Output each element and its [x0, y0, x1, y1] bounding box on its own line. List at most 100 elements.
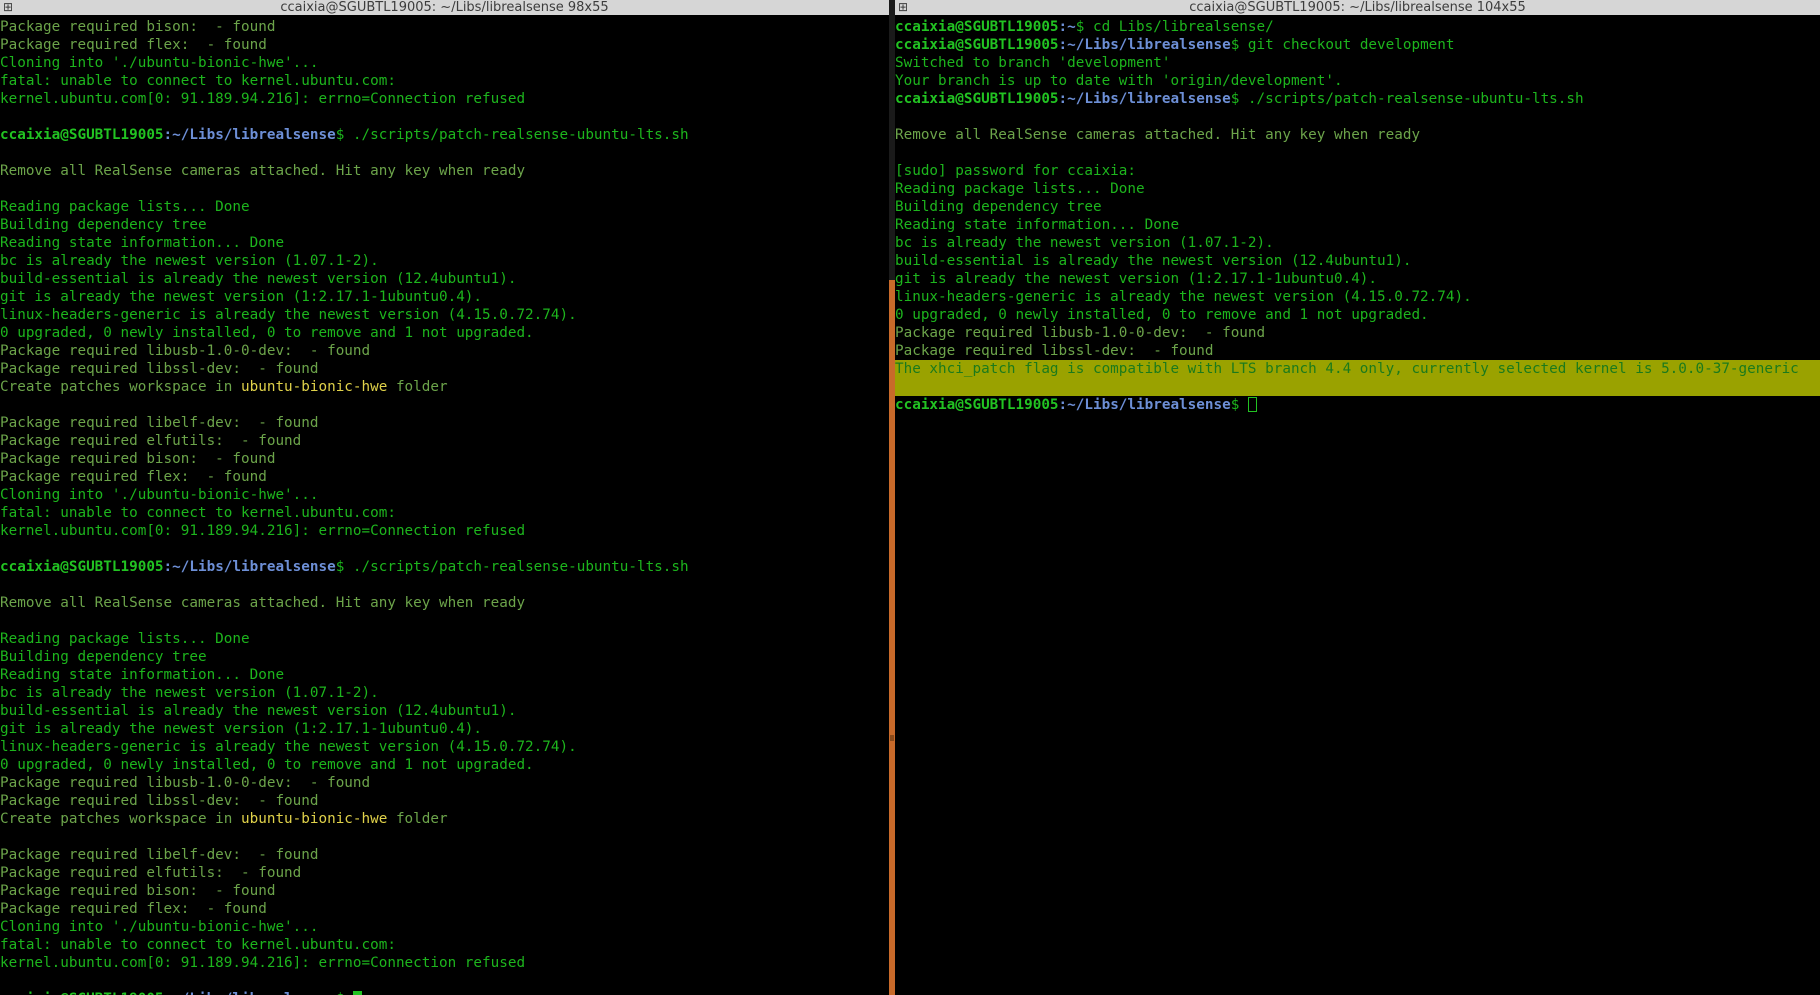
prompt-user-host: ccaixia@SGUBTL19005	[0, 127, 164, 143]
output-text: Reading package lists... Done	[895, 181, 1145, 197]
terminal-line: kernel.ubuntu.com[0: 91.189.94.216]: err…	[0, 954, 889, 972]
terminal-line: Reading package lists... Done	[0, 630, 889, 648]
output-text: kernel.ubuntu.com[0: 91.189.94.216]: err…	[0, 91, 526, 107]
left-terminal-pane[interactable]: ⊞ ccaixia@SGUBTL19005: ~/Libs/librealsen…	[0, 0, 889, 995]
terminal-line: build-essential is already the newest ve…	[0, 270, 889, 288]
prompt-path: :~	[1058, 19, 1076, 35]
output-text: fatal: unable to connect to kernel.ubunt…	[0, 505, 396, 521]
output-text: 0 upgraded, 0 newly installed, 0 to remo…	[0, 757, 534, 773]
output-text: Package required libssl-dev: - found	[895, 343, 1214, 359]
terminal-line: Cloning into './ubuntu-bionic-hwe'...	[0, 918, 889, 936]
left-terminal-output[interactable]: Package required bison: - found Package r…	[0, 15, 889, 995]
terminal-split-icon[interactable]: ⊞	[2, 1, 14, 13]
output-text: Building dependency tree	[895, 199, 1102, 215]
output-text: Reading state information... Done	[895, 217, 1180, 233]
output-text: Remove all RealSense cameras attached. H…	[895, 127, 1421, 143]
left-terminal-titlebar[interactable]: ⊞ ccaixia@SGUBTL19005: ~/Libs/librealsen…	[0, 0, 889, 15]
output-text: build-essential is already the newest ve…	[0, 271, 517, 287]
output-text: Package required elfutils: - found	[0, 865, 302, 881]
terminal-line: Package required libusb-1.0-0-dev: - fou…	[0, 342, 889, 360]
terminal-line: Package required libusb-1.0-0-dev: - fou…	[0, 774, 889, 792]
output-text: bc is already the newest version (1.07.1…	[895, 235, 1274, 251]
terminal-line: linux-headers-generic is already the new…	[895, 288, 1820, 306]
terminal-line: git is already the newest version (1:2.1…	[0, 288, 889, 306]
right-terminal-titlebar[interactable]: ⊞ ccaixia@SGUBTL19005: ~/Libs/librealsen…	[895, 0, 1820, 15]
output-text: git is already the newest version (1:2.1…	[0, 721, 483, 737]
terminal-line: fatal: unable to connect to kernel.ubunt…	[0, 936, 889, 954]
output-text: Remove all RealSense cameras attached. H…	[0, 163, 526, 179]
terminal-line: Package required libelf-dev: - found	[0, 414, 889, 432]
terminal-prompt-line: ccaixia@SGUBTL19005:~$ cd Libs/librealse…	[895, 18, 1820, 36]
terminal-line: Package required libssl-dev: - found	[0, 792, 889, 810]
output-text: Remove all RealSense cameras attached. H…	[0, 595, 526, 611]
terminal-line: Remove all RealSense cameras attached. H…	[895, 126, 1820, 144]
output-text: Create patches workspace in	[0, 811, 242, 827]
terminal-line: bc is already the newest version (1.07.1…	[0, 684, 889, 702]
prompt-path: :~/Libs/librealsense	[164, 991, 336, 995]
terminal-prompt-line: ccaixia@SGUBTL19005:~/Libs/librealsense$…	[0, 126, 889, 144]
terminal-line: Reading package lists... Done	[895, 180, 1820, 198]
output-text: Package required libusb-1.0-0-dev: - fou…	[895, 325, 1266, 341]
prompt-command: $	[336, 991, 353, 995]
terminal-cursor[interactable]	[1247, 397, 1257, 412]
output-text: fatal: unable to connect to kernel.ubunt…	[0, 73, 396, 89]
terminal-line: Cloning into './ubuntu-bionic-hwe'...	[0, 486, 889, 504]
prompt-path: :~/Libs/librealsense	[1058, 37, 1231, 53]
prompt-user-host: ccaixia@SGUBTL19005	[895, 91, 1059, 107]
output-text: Reading package lists... Done	[0, 199, 250, 215]
output-text: Package required libelf-dev: - found	[0, 847, 319, 863]
output-text: Reading state information... Done	[0, 235, 285, 251]
terminal-line: Package required libssl-dev: - found	[0, 360, 889, 378]
prompt-command: $ cd Libs/librealsense/	[1075, 19, 1274, 35]
terminal-line: Building dependency tree	[895, 198, 1820, 216]
right-terminal-title: ccaixia@SGUBTL19005: ~/Libs/librealsense…	[1189, 0, 1526, 15]
right-terminal-pane[interactable]: ⊞ ccaixia@SGUBTL19005: ~/Libs/librealsen…	[895, 0, 1820, 995]
terminal-split-icon[interactable]: ⊞	[897, 1, 909, 13]
terminal-prompt-line: ccaixia@SGUBTL19005:~/Libs/librealsense$…	[0, 558, 889, 576]
prompt-user-host: ccaixia@SGUBTL19005	[895, 37, 1059, 53]
terminal-cursor[interactable]	[352, 991, 362, 995]
folder-name: ubuntu-bionic-hwe	[241, 379, 388, 395]
terminal-line: linux-headers-generic is already the new…	[0, 306, 889, 324]
terminal-line	[895, 378, 1820, 396]
terminal-line: Reading state information... Done	[0, 666, 889, 684]
output-text: Cloning into './ubuntu-bionic-hwe'...	[0, 487, 319, 503]
terminal-line: Reading state information... Done	[0, 234, 889, 252]
terminal-line: 0 upgraded, 0 newly installed, 0 to remo…	[0, 756, 889, 774]
prompt-command: $ git checkout development	[1230, 37, 1455, 53]
prompt-command: $ ./scripts/patch-realsense-ubuntu-lts.s…	[335, 559, 689, 575]
terminal-line: Package required flex: - found	[0, 36, 889, 54]
output-text: folder	[387, 379, 448, 395]
output-text: Package required elfutils: - found	[0, 433, 302, 449]
output-text: linux-headers-generic is already the new…	[895, 289, 1472, 305]
right-terminal-output[interactable]: ccaixia@SGUBTL19005 :~$ cd Libs/librealse…	[895, 15, 1820, 995]
terminal-prompt-line: ccaixia@SGUBTL19005:~/Libs/librealsense$	[895, 396, 1820, 414]
terminal-line: Remove all RealSense cameras attached. H…	[0, 162, 889, 180]
terminal-line: Switched to branch 'development'	[895, 54, 1820, 72]
prompt-command: $ ./scripts/patch-realsense-ubuntu-lts.s…	[1230, 91, 1584, 107]
prompt-user-host: ccaixia@SGUBTL19005	[895, 397, 1059, 413]
output-text: Package required libelf-dev: - found	[0, 415, 319, 431]
pane-divider-grip[interactable]	[890, 735, 894, 741]
terminal-line: fatal: unable to connect to kernel.ubunt…	[0, 72, 889, 90]
output-text: git is already the newest version (1:2.1…	[895, 271, 1378, 287]
terminal-line: Package required libusb-1.0-0-dev: - fou…	[895, 324, 1820, 342]
terminal-line: Your branch is up to date with 'origin/d…	[895, 72, 1820, 90]
prompt-path: :~/Libs/librealsense	[1058, 397, 1231, 413]
output-text: Cloning into './ubuntu-bionic-hwe'...	[0, 919, 319, 935]
output-text: Package required libssl-dev: - found	[0, 793, 319, 809]
terminal-line: Create patches workspace in ubuntu-bioni…	[0, 810, 889, 828]
prompt-path: :~/Libs/librealsense	[1058, 91, 1231, 107]
terminal-line: Remove all RealSense cameras attached. H…	[0, 594, 889, 612]
output-text: Package required bison: - found	[0, 883, 276, 899]
output-text: Package required libusb-1.0-0-dev: - fou…	[0, 775, 371, 791]
